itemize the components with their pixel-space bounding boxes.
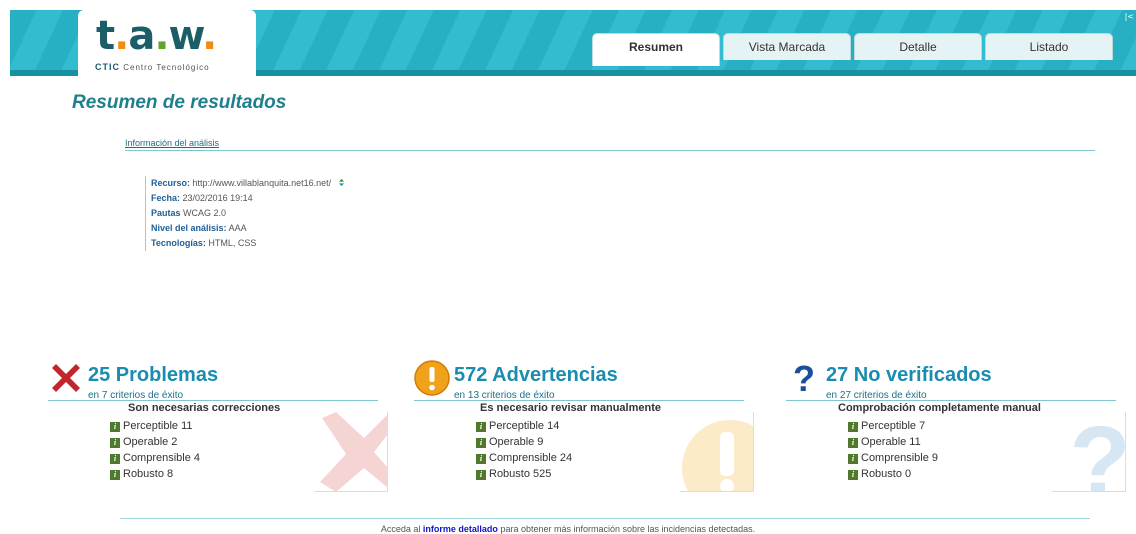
tab-resumen[interactable]: Resumen (592, 33, 720, 66)
info-icon: i (848, 422, 858, 432)
taw-logo[interactable]: t.a.w. CTIC Centro Tecnológico (78, 10, 256, 82)
info-icon: i (110, 438, 120, 448)
unverified-panel: ? 27 No verificados en 27 criterios de é… (786, 360, 1126, 495)
list-item[interactable]: i Robusto 8 (110, 466, 200, 482)
logo-wordmark: t.a.w. (96, 13, 217, 59)
unverified-count: 27 No verificados (826, 364, 992, 386)
list-item[interactable]: i Perceptible 14 (476, 418, 572, 434)
tab-vista-marcada[interactable]: Vista Marcada (723, 33, 851, 60)
list-item[interactable]: i Perceptible 7 (848, 418, 938, 434)
question-watermark-icon: ? (1052, 412, 1126, 492)
info-level: Nivel del análisis: AAA (151, 223, 247, 233)
divider (48, 400, 378, 401)
divider (414, 400, 744, 401)
info-icon: i (476, 470, 486, 480)
problems-list: i Perceptible 11 i Operable 2 i Comprensibl… (110, 418, 200, 482)
divider (786, 400, 1116, 401)
info-resource: Recurso: http://www.villablanquita.net16… (151, 176, 346, 191)
analysis-info: Recurso: http://www.villablanquita.net16… (145, 176, 346, 251)
list-item[interactable]: i Operable 2 (110, 434, 200, 450)
info-icon: i (110, 422, 120, 432)
info-icon: i (476, 422, 486, 432)
warnings-count: 572 Advertencias (454, 364, 618, 386)
info-guidelines: Pautas WCAG 2.0 (151, 208, 227, 218)
warning-icon (414, 360, 450, 396)
collapse-toggle[interactable]: |< (1125, 12, 1134, 21)
svg-text:?: ? (793, 360, 815, 396)
list-item[interactable]: i Comprensible 24 (476, 450, 572, 466)
list-item[interactable]: i Robusto 0 (848, 466, 938, 482)
unverified-list: i Perceptible 7 i Operable 11 i Comprensibl… (848, 418, 938, 482)
page-title: Resumen de resultados (72, 92, 287, 113)
list-item[interactable]: i Robusto 525 (476, 466, 572, 482)
problems-panel: 25 Problemas en 7 criterios de éxito Son… (48, 360, 388, 495)
svg-text:?: ? (1069, 412, 1126, 492)
problems-count: 25 Problemas (88, 364, 219, 386)
info-heading: Información del análisis (125, 138, 1095, 151)
warnings-label: Es necesario revisar manualmente (480, 402, 661, 414)
list-item[interactable]: i Operable 11 (848, 434, 938, 450)
list-item[interactable]: i Perceptible 11 (110, 418, 200, 434)
tab-detalle[interactable]: Detalle (854, 33, 982, 60)
info-icon: i (476, 438, 486, 448)
info-technologies: Tecnologías: HTML, CSS (151, 238, 257, 248)
list-item[interactable]: i Comprensible 4 (110, 450, 200, 466)
footer-note: Acceda al informe detallado para obtener… (380, 524, 756, 534)
tab-listado[interactable]: Listado (985, 33, 1113, 60)
warning-watermark-icon (680, 412, 754, 492)
problems-label: Son necesarias correcciones (128, 402, 281, 414)
list-item[interactable]: i Comprensible 9 (848, 450, 938, 466)
info-icon: i (848, 470, 858, 480)
info-icon: i (110, 454, 120, 464)
list-item[interactable]: i Operable 9 (476, 434, 572, 450)
detailed-report-link[interactable]: informe detallado (423, 524, 498, 534)
warnings-list: i Perceptible 14 i Operable 9 i Comprensibl… (476, 418, 572, 482)
info-icon: i (110, 470, 120, 480)
footer-divider (120, 518, 1090, 519)
info-icon: i (476, 454, 486, 464)
x-watermark-icon (314, 412, 388, 492)
info-icon: i (848, 454, 858, 464)
logo-subtitle: CTIC Centro Tecnológico (95, 62, 210, 72)
info-icon: i (848, 438, 858, 448)
warnings-panel: 572 Advertencias en 13 criterios de éxit… (414, 360, 754, 495)
red-x-icon (52, 364, 80, 392)
refresh-icon[interactable] (337, 178, 346, 187)
unverified-label: Comprobación completamente manual (838, 402, 1041, 414)
info-date: Fecha: 23/02/2016 19:14 (151, 193, 253, 203)
question-icon: ? (793, 360, 815, 396)
tab-bar: Resumen Vista Marcada Detalle Listado (592, 33, 1116, 66)
